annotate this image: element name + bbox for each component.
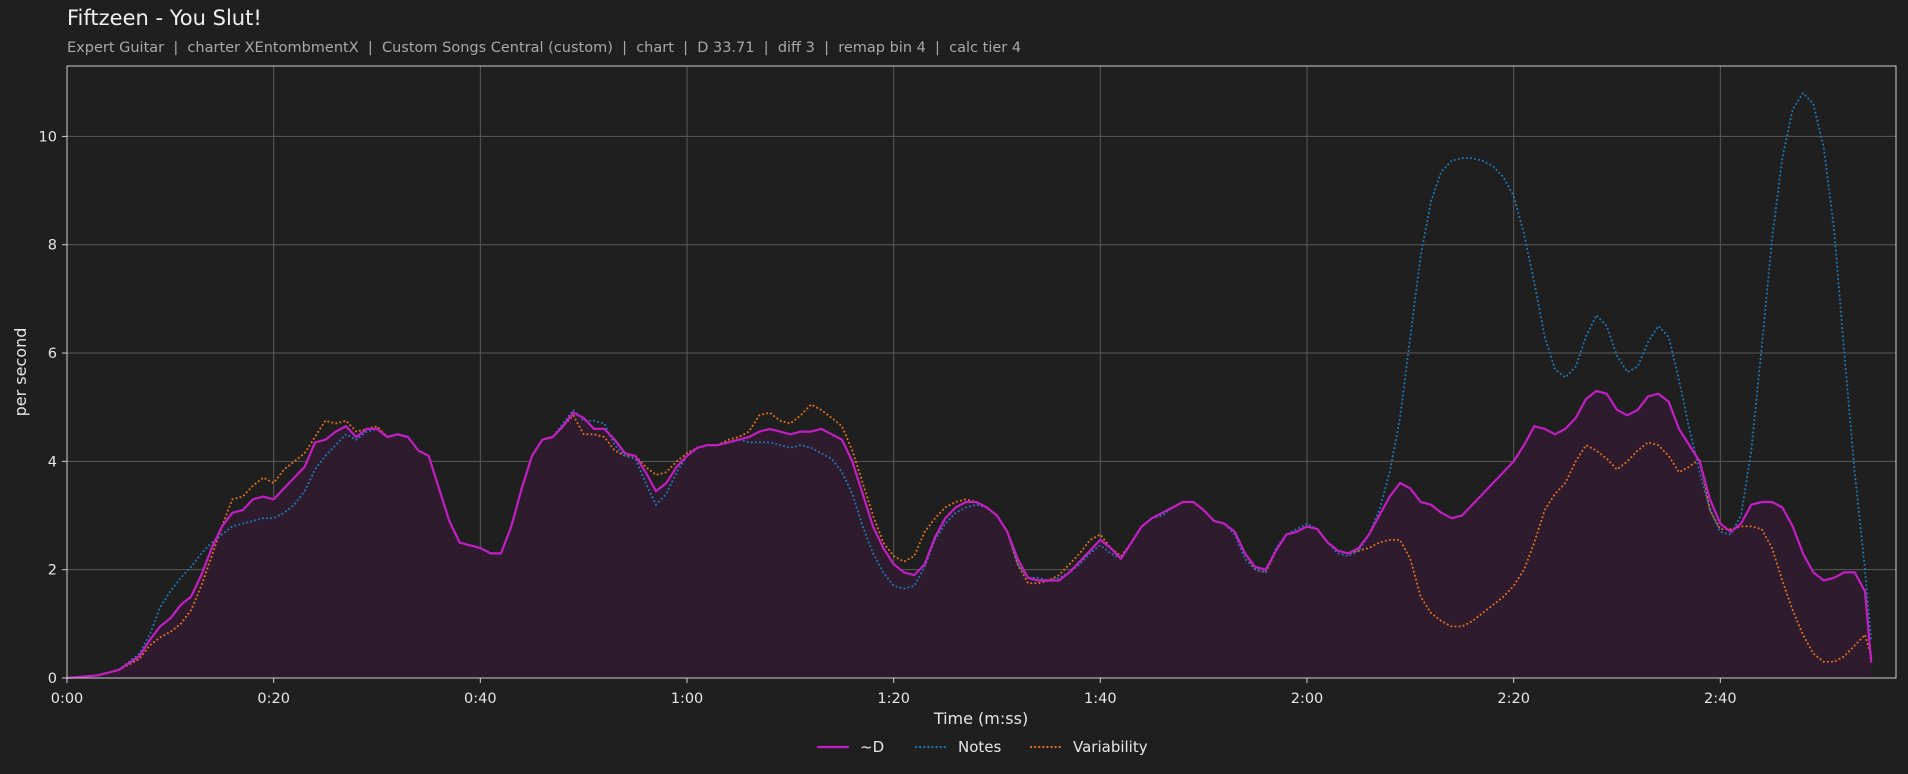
x-tick-label: 0:20 [257, 691, 290, 707]
y-tick-label: 0 [48, 671, 57, 687]
x-tick-label: 1:40 [1084, 691, 1117, 707]
variability-series-legend-label: Variability [1073, 738, 1148, 756]
x-tick-label: 0:40 [464, 691, 497, 707]
x-tick-label: 2:00 [1291, 691, 1324, 707]
y-tick-label: 4 [48, 454, 57, 470]
x-tick-label: 1:00 [671, 691, 704, 707]
d-series-legend-label: ~D [860, 738, 884, 756]
x-tick-label: 1:20 [877, 691, 910, 707]
chart-svg: 0:00 0:20 0:40 1:00 1:20 1:40 2:00 2:20 2:40 0 2 4 6… [11, 65, 1897, 756]
x-tick-label: 0:00 [51, 691, 84, 707]
y-tick-label: 2 [48, 563, 57, 579]
x-tick-label: 2:40 [1704, 691, 1737, 707]
x-axis-label: Time (m:ss) [933, 709, 1028, 728]
notes-series-legend-label: Notes [958, 738, 1002, 756]
y-axis-label: per second [11, 328, 30, 417]
x-tick-label: 2:20 [1497, 691, 1530, 707]
y-tick-label: 6 [48, 346, 57, 362]
y-tick-label: 8 [48, 238, 57, 254]
y-tick-label: 10 [39, 129, 57, 145]
legend: ~D Notes Variability [816, 738, 1148, 756]
